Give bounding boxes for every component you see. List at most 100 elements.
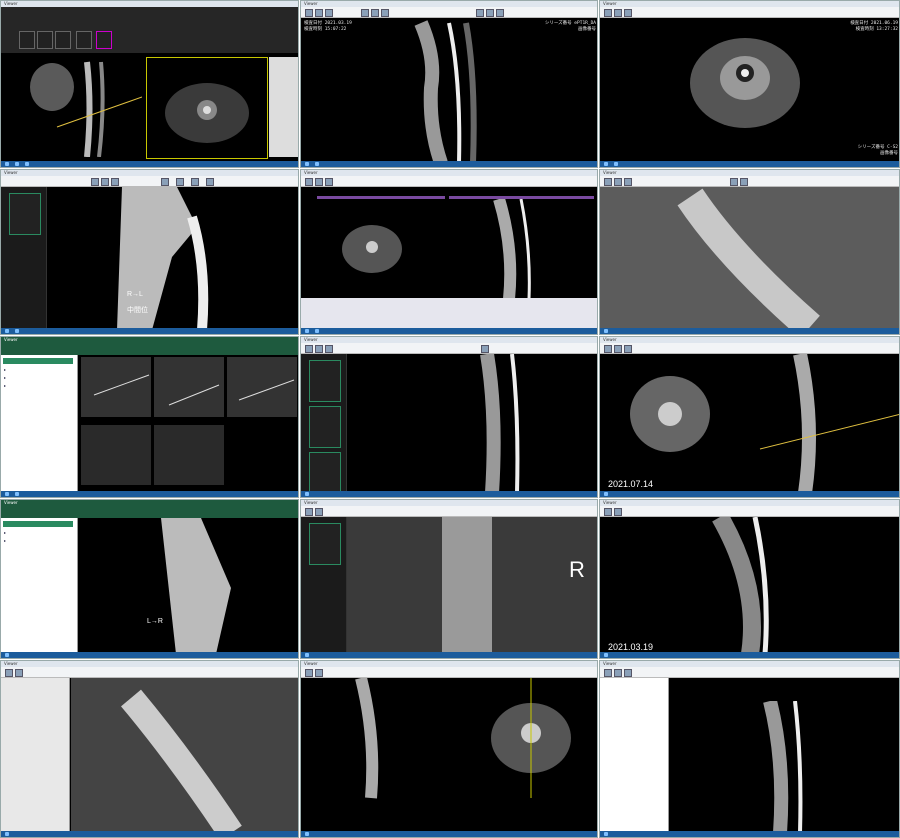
tool-icon[interactable] [315, 9, 323, 17]
tool-icon[interactable] [315, 178, 323, 186]
viewer-window-13: Viewer [0, 660, 299, 838]
tool-icon[interactable] [604, 9, 612, 17]
viewer-window-14: Viewer [300, 660, 598, 838]
tool-icon[interactable] [614, 669, 622, 677]
cervical-xray-image [161, 518, 231, 654]
tool-icon[interactable] [161, 178, 169, 186]
thumbnail[interactable] [76, 31, 92, 49]
study-tree [600, 678, 669, 833]
sagittal-mri-view[interactable] [449, 196, 594, 299]
dual-mri-view[interactable]: 2021.07.14 [600, 354, 899, 493]
sagittal-mri-view[interactable] [670, 701, 899, 833]
tool-icon[interactable] [624, 669, 632, 677]
tool-icon[interactable] [614, 9, 622, 17]
multi-view-grid[interactable] [79, 355, 298, 493]
tool-icon[interactable] [371, 9, 379, 17]
tool-icon[interactable] [111, 178, 119, 186]
tool-icon[interactable] [481, 345, 489, 353]
tool-icon[interactable] [305, 669, 313, 677]
xray-ap-view[interactable]: R [347, 517, 597, 654]
toolbar [600, 176, 899, 187]
tree-item[interactable]: ▸ [4, 367, 6, 372]
dual-mri-view[interactable] [301, 678, 597, 833]
tree-item[interactable]: ▸ [4, 375, 6, 380]
tool-icon[interactable] [614, 345, 622, 353]
tree-item[interactable]: ▸ [4, 538, 6, 543]
tool-icon[interactable] [476, 9, 484, 17]
tool-icon[interactable] [361, 9, 369, 17]
tool-icon[interactable] [91, 178, 99, 186]
tool-icon[interactable] [740, 178, 748, 186]
thumbnail[interactable] [309, 406, 341, 448]
tool-icon[interactable] [496, 9, 504, 17]
tool-icon[interactable] [730, 178, 738, 186]
axial-neck-image [165, 83, 249, 143]
cervical-xray-image [71, 678, 298, 833]
tool-icon[interactable] [5, 669, 13, 677]
tool-icon[interactable] [325, 178, 333, 186]
window-title: Viewer [1, 337, 298, 355]
thumbnail[interactable] [19, 31, 35, 49]
tool-icon[interactable] [381, 9, 389, 17]
tool-icon[interactable] [604, 345, 612, 353]
thumbnail[interactable] [37, 31, 53, 49]
toolbar [1, 667, 298, 678]
taskbar [600, 328, 899, 334]
toolbar [301, 7, 597, 18]
control-panel [269, 57, 298, 157]
tool-icon[interactable] [604, 669, 612, 677]
tool-icon[interactable] [486, 9, 494, 17]
xray-lateral-view[interactable]: 検査日付 2021 WW:3047 4066 [600, 187, 899, 330]
xray-lateral-view[interactable]: L→R [141, 518, 239, 654]
tool-icon[interactable] [191, 178, 199, 186]
tool-icon[interactable] [604, 508, 612, 516]
tool-icon[interactable] [325, 345, 333, 353]
tool-icon[interactable] [15, 669, 23, 677]
ct-sagittal-view[interactable]: 2021.03.19 [600, 517, 899, 654]
thumbnail[interactable] [309, 360, 341, 402]
thumbnail[interactable] [309, 523, 341, 565]
xray-lateral-view[interactable]: R→L 中間位 [47, 187, 298, 330]
viewer-window-12: Viewer 2021.03.19 [599, 499, 900, 659]
tool-icon[interactable] [176, 178, 184, 186]
tree-item[interactable]: ▸ [4, 530, 6, 535]
sagittal-mri-view[interactable]: 検査日付 2021.03.19 検査時刻 15:07:22 シリーズ番号 ePT… [301, 18, 597, 163]
taskbar [1, 328, 298, 334]
tool-icon[interactable] [604, 178, 612, 186]
tool-icon[interactable] [614, 508, 622, 516]
tool-icon[interactable] [614, 178, 622, 186]
tool-icon[interactable] [206, 178, 214, 186]
mri-pair-images [630, 354, 899, 493]
sagittal-mri-view[interactable] [17, 57, 142, 157]
tool-icon[interactable] [624, 345, 632, 353]
tool-icon[interactable] [315, 345, 323, 353]
toolbar [301, 667, 597, 678]
tool-icon[interactable] [101, 178, 109, 186]
tree-item[interactable]: ▸ [4, 383, 6, 388]
tool-icon[interactable] [624, 9, 632, 17]
tool-icon[interactable] [315, 669, 323, 677]
thumbnail[interactable] [9, 193, 41, 235]
axial-mri-view[interactable]: 検査日付 2021.06.19 検査時刻 13:27:32 シリーズ番号 C-S… [600, 18, 899, 163]
sagittal-mri-view[interactable] [347, 354, 597, 493]
tool-icon[interactable] [624, 178, 632, 186]
window-title: Viewer [1, 500, 298, 518]
series-strip [301, 298, 597, 328]
tool-icon[interactable] [305, 345, 313, 353]
thumbnail[interactable] [96, 31, 112, 49]
tool-icon[interactable] [305, 178, 313, 186]
tool-icon[interactable] [305, 508, 313, 516]
tool-icon[interactable] [325, 9, 333, 17]
sagittal-spine-image [480, 354, 520, 493]
axial-mri-view[interactable] [146, 57, 268, 159]
thumbnail[interactable] [309, 452, 341, 494]
toolbar [600, 506, 899, 517]
axial-mri-view[interactable] [317, 196, 445, 299]
tool-icon[interactable] [315, 508, 323, 516]
tree-selected-row[interactable] [3, 358, 73, 364]
xray-lateral-view[interactable] [71, 678, 298, 833]
axial-neck-image [342, 225, 402, 273]
thumbnail[interactable] [55, 31, 71, 49]
tool-icon[interactable] [305, 9, 313, 17]
tree-selected-row[interactable] [3, 521, 73, 527]
